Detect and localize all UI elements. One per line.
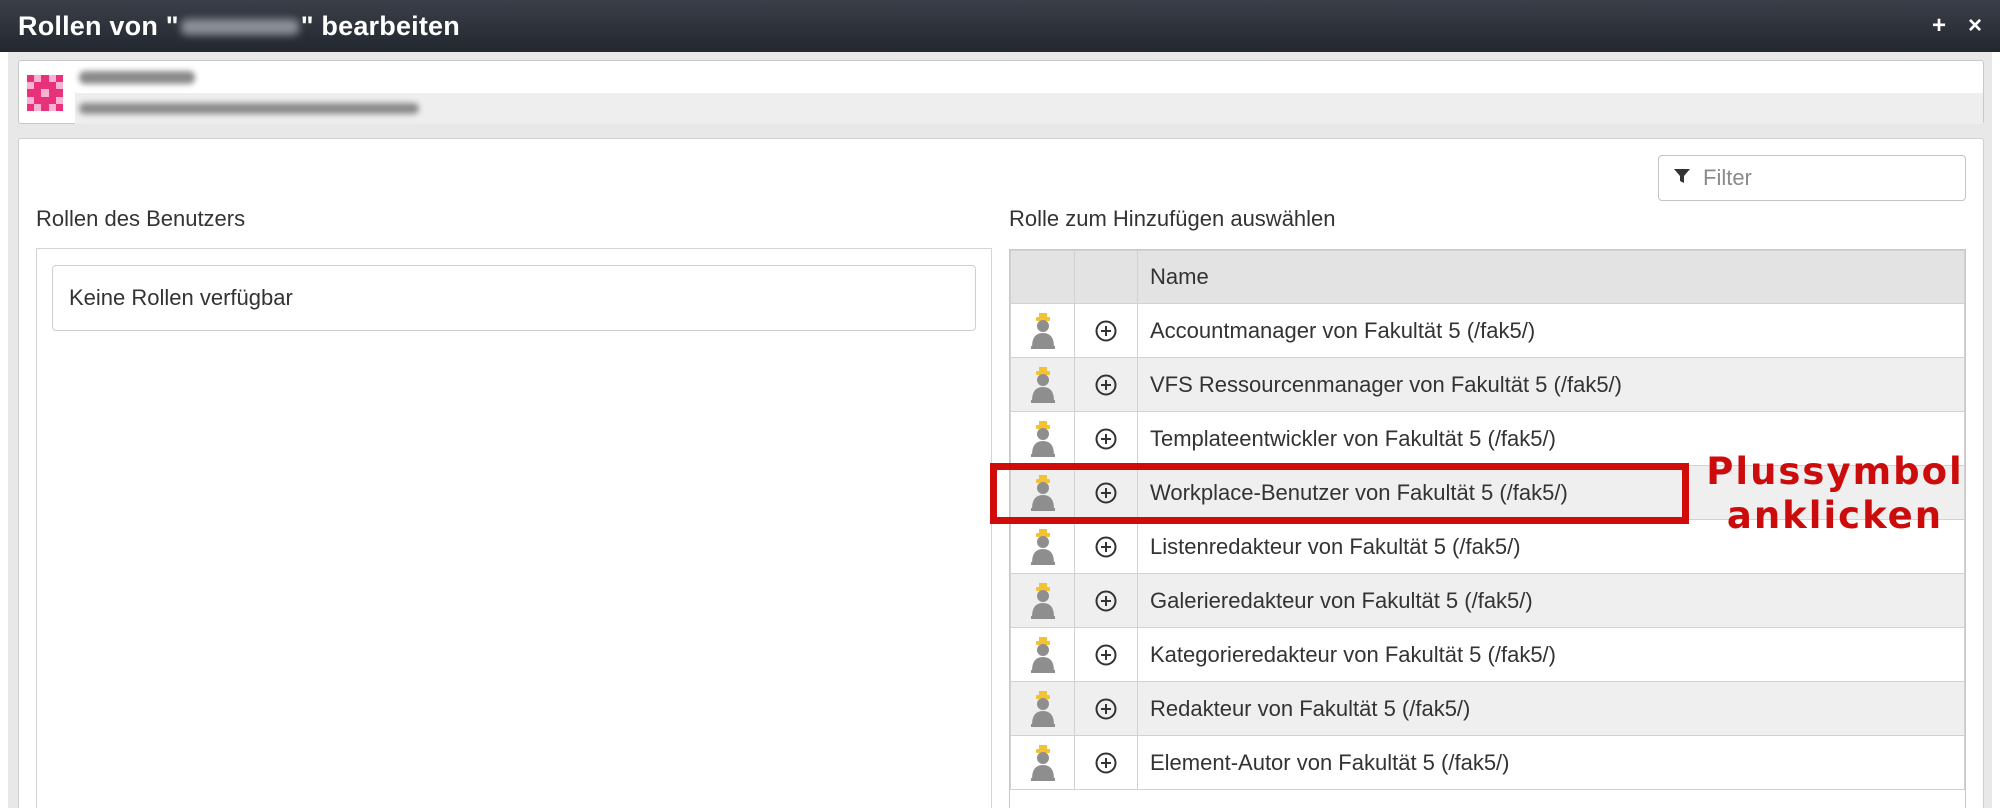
table-row[interactable]: Redakteur von Fakultät 5 (/fak5/) — [1010, 681, 1965, 736]
person-icon — [1011, 582, 1074, 619]
add-role-icon[interactable] — [1075, 536, 1137, 558]
add-role-icon[interactable] — [1075, 752, 1137, 774]
user-info-box — [18, 60, 1984, 124]
table-row[interactable]: Element-Autor von Fakultät 5 (/fak5/) — [1010, 735, 1965, 790]
person-icon — [1011, 528, 1074, 565]
redacted-username — [180, 19, 299, 36]
empty-roles-message: Keine Rollen verfügbar — [52, 265, 976, 331]
table-row[interactable]: Galerieredakteur von Fakultät 5 (/fak5/) — [1010, 573, 1965, 628]
close-button[interactable]: × — [1968, 12, 1982, 40]
person-icon — [1011, 420, 1074, 457]
redacted-user-name — [79, 71, 195, 84]
user-roles-heading: Rollen des Benutzers — [36, 206, 246, 231]
person-icon — [1011, 690, 1074, 727]
add-role-heading: Rolle zum Hinzufügen auswählen — [1009, 206, 1336, 231]
dialog-title: Rollen von " " bearbeiten — [18, 11, 460, 42]
role-name: Redakteur von Fakultät 5 (/fak5/) — [1137, 681, 1965, 736]
role-name: Kategorieredakteur von Fakultät 5 (/fak5… — [1137, 627, 1965, 682]
dialog-title-suffix: " bearbeiten — [300, 10, 460, 41]
filter-icon — [1673, 167, 1691, 190]
instruction-line-2: anklicken — [1726, 494, 1944, 537]
role-name: VFS Ressourcenmanager von Fakultät 5 (/f… — [1137, 357, 1965, 412]
instruction-callout: Plussymbol anklicken — [1700, 450, 1970, 538]
table-row[interactable]: VFS Ressourcenmanager von Fakultät 5 (/f… — [1010, 357, 1965, 412]
column-icon-header — [1010, 250, 1075, 304]
instruction-line-1: Plussymbol — [1706, 450, 1964, 493]
dialog-title-prefix: Rollen von " — [18, 10, 179, 41]
add-role-icon[interactable] — [1075, 374, 1137, 396]
person-icon — [1011, 312, 1074, 349]
maximize-button[interactable]: + — [1932, 12, 1946, 40]
person-icon — [1011, 366, 1074, 403]
column-add-header — [1074, 250, 1138, 304]
column-name-header[interactable]: Name — [1137, 250, 1965, 304]
filter-field[interactable] — [1658, 155, 1966, 201]
table-header-row: Name — [1010, 250, 1965, 304]
avatar — [27, 75, 63, 111]
table-row[interactable]: Kategorieredakteur von Fakultät 5 (/fak5… — [1010, 627, 1965, 682]
role-name: Galerieredakteur von Fakultät 5 (/fak5/) — [1137, 573, 1965, 628]
role-name: Element-Autor von Fakultät 5 (/fak5/) — [1137, 735, 1965, 790]
role-name: Accountmanager von Fakultät 5 (/fak5/) — [1137, 303, 1965, 358]
highlight-box — [990, 463, 1689, 524]
add-role-icon[interactable] — [1075, 320, 1137, 342]
add-role-icon[interactable] — [1075, 698, 1137, 720]
add-role-icon[interactable] — [1075, 644, 1137, 666]
table-row[interactable]: Accountmanager von Fakultät 5 (/fak5/) — [1010, 303, 1965, 358]
dialog-titlebar: Rollen von " " bearbeiten + × — [0, 0, 2000, 52]
person-icon — [1011, 636, 1074, 673]
person-icon — [1011, 744, 1074, 781]
user-roles-list — [36, 248, 992, 808]
add-role-icon[interactable] — [1075, 428, 1137, 450]
filter-input[interactable] — [1703, 165, 1943, 191]
redacted-user-email — [79, 103, 419, 114]
add-role-icon[interactable] — [1075, 590, 1137, 612]
